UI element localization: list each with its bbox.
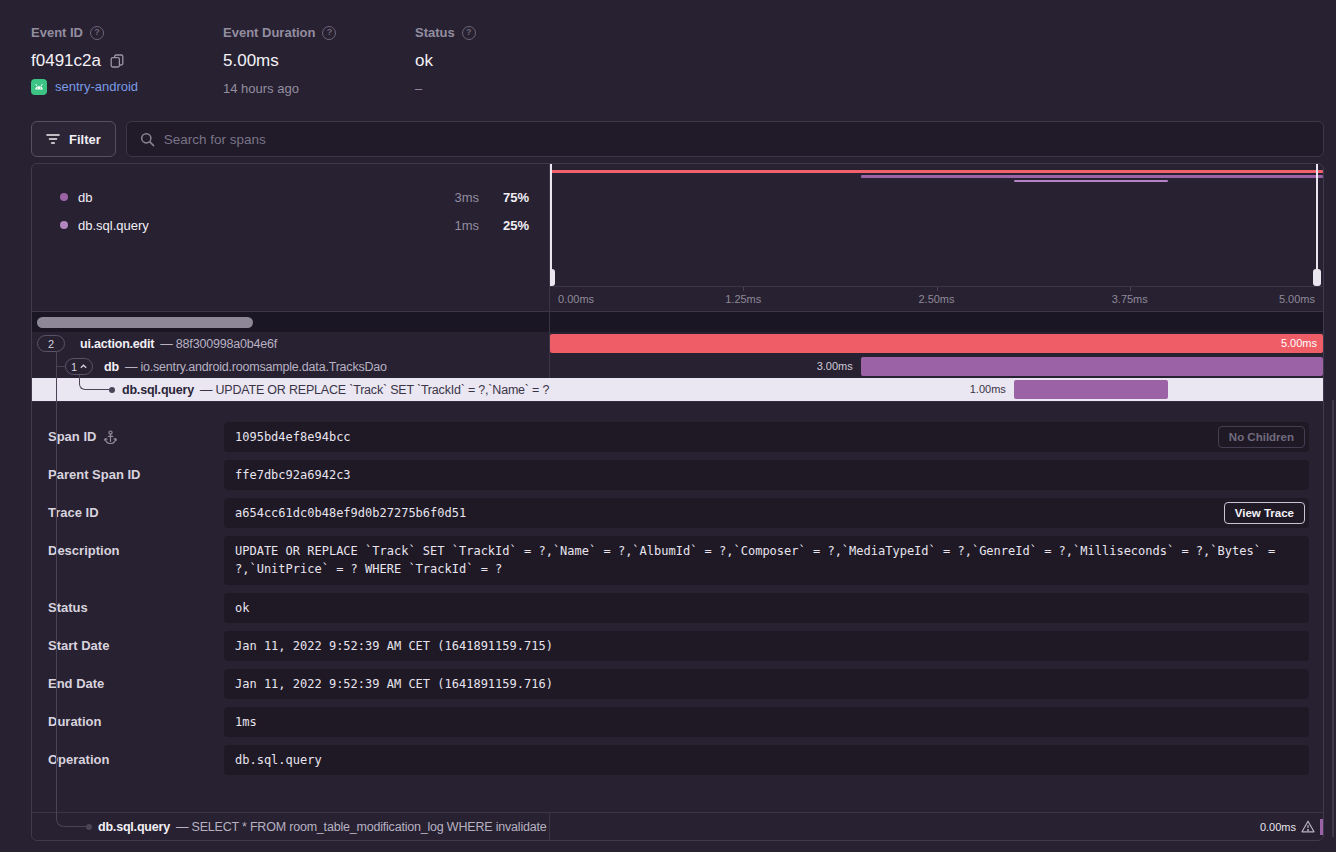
help-icon[interactable]: ?	[462, 26, 476, 40]
axis-tick-label: 5.00ms	[1279, 293, 1315, 305]
detail-row-start-date: Start Date Jan 11, 2022 9:52:39 AM CET (…	[48, 631, 1309, 661]
view-trace-button[interactable]: View Trace	[1224, 502, 1305, 524]
zero-duration-bar	[1320, 819, 1323, 835]
detail-row-description: Description UPDATE OR REPLACE `Track` SE…	[48, 536, 1309, 585]
trace-view-panel: db 3ms 75% db.sql.query 1ms 25% 0.00ms 1…	[31, 163, 1324, 841]
span-duration: 3.00ms	[817, 355, 853, 378]
breakdown-row-db[interactable]: db 3ms 75%	[32, 183, 549, 211]
description-value: UPDATE OR REPLACE `Track` SET `TrackId` …	[224, 536, 1309, 585]
warning-icon	[1301, 820, 1315, 833]
parent-span-id-value: ffe7dbc92a6942c3	[224, 460, 1309, 490]
detail-row-end-date: End Date Jan 11, 2022 9:52:39 AM CET (16…	[48, 669, 1309, 699]
event-duration-value: 5.00ms	[223, 51, 415, 71]
minimap-left-handle[interactable]	[550, 164, 552, 286]
span-row-db-sql-query-select[interactable]: db.sql.query — SELECT * FROM room_table_…	[32, 812, 1323, 840]
children-count-pill[interactable]: 2	[37, 335, 65, 352]
status-label: Status?	[415, 25, 607, 40]
span-detail-panel: Span ID 1095bd4ef8e94bcc No Children Par…	[32, 401, 1323, 812]
start-date-value: Jan 11, 2022 9:52:39 AM CET (1641891159.…	[224, 631, 1309, 661]
trace-minimap[interactable]	[550, 164, 1323, 286]
no-children-button[interactable]: No Children	[1218, 426, 1305, 448]
help-icon[interactable]: ?	[322, 26, 336, 40]
axis-tick-label: 1.25ms	[725, 293, 761, 305]
axis-tick-label: 0.00ms	[558, 293, 594, 305]
search-icon	[140, 132, 155, 147]
status-detail-value: ok	[224, 593, 1309, 623]
project-link[interactable]: sentry-android	[31, 78, 223, 95]
op-duration: 3ms	[433, 190, 479, 205]
span-search[interactable]	[126, 121, 1324, 157]
span-row-db-sql-query-selected[interactable]: db.sql.query — UPDATE OR REPLACE `Track`…	[32, 378, 1323, 401]
span-bar[interactable]	[550, 334, 1323, 353]
span-bar[interactable]	[861, 357, 1323, 376]
minimap-span-line	[1014, 180, 1169, 182]
detail-row-operation: Operation db.sql.query	[48, 745, 1309, 775]
axis-spacer	[32, 286, 550, 311]
event-header: Event ID? f0491c2a sentry-android Event …	[0, 0, 1336, 98]
operation-value: db.sql.query	[224, 745, 1309, 775]
event-duration-ago: 14 hours ago	[223, 81, 415, 98]
status-value: ok	[415, 51, 607, 71]
op-percent: 25%	[493, 218, 529, 233]
time-axis: 0.00ms 1.25ms 2.50ms 3.75ms 5.00ms	[550, 286, 1323, 311]
filter-button[interactable]: Filter	[31, 121, 116, 157]
event-id-label: Event ID?	[31, 25, 223, 40]
status-sub: –	[415, 81, 607, 98]
detail-row-trace-id: Trace ID a654cc61dc0b48ef9d0b27275b6f0d5…	[48, 498, 1309, 528]
trace-id-value: a654cc61dc0b48ef9d0b27275b6f0d51 View Tr…	[224, 498, 1309, 528]
event-id-value: f0491c2a	[31, 51, 101, 71]
axis-tick-label: 3.75ms	[1112, 293, 1148, 305]
span-duration: 5.00ms	[1281, 332, 1317, 355]
detail-row-span-id: Span ID 1095bd4ef8e94bcc No Children	[48, 422, 1309, 452]
op-color-dot	[60, 193, 68, 201]
op-color-dot	[60, 221, 68, 229]
detail-row-status: Status ok	[48, 593, 1309, 623]
span-duration: 1.00ms	[970, 378, 1006, 401]
tree-horizontal-scrollbar[interactable]	[32, 312, 550, 332]
span-id-value: 1095bd4ef8e94bcc No Children	[224, 422, 1309, 452]
end-date-value: Jan 11, 2022 9:52:39 AM CET (1641891159.…	[224, 669, 1309, 699]
event-duration-column: Event Duration? 5.00ms 14 hours ago	[223, 25, 415, 98]
search-input[interactable]	[164, 132, 1310, 147]
minimap-span-line	[861, 175, 1323, 178]
op-percent: 75%	[493, 190, 529, 205]
event-duration-label: Event Duration?	[223, 25, 415, 40]
minimap-right-handle[interactable]	[1316, 164, 1318, 286]
detail-row-duration: Duration 1ms	[48, 707, 1309, 737]
copy-icon[interactable]	[110, 54, 124, 68]
status-column: Status? ok –	[415, 25, 607, 98]
event-id-column: Event ID? f0491c2a sentry-android	[31, 25, 223, 98]
op-duration: 1ms	[433, 218, 479, 233]
toolbar: Filter	[31, 121, 1324, 157]
details-vertical-scrollbar[interactable]	[1332, 400, 1334, 837]
operations-breakdown: db 3ms 75% db.sql.query 1ms 25%	[32, 164, 550, 286]
span-bar[interactable]	[1014, 380, 1169, 399]
anchor-icon[interactable]	[104, 430, 117, 444]
children-count-pill[interactable]: 1	[65, 358, 93, 375]
span-row-db[interactable]: 1 db — io.sentry.android.roomsample.data…	[32, 355, 1323, 378]
filter-icon	[46, 133, 60, 145]
span-duration: 0.00ms	[1260, 821, 1296, 833]
axis-tick-label: 2.50ms	[918, 293, 954, 305]
help-icon[interactable]: ?	[90, 26, 104, 40]
span-row-ui-action-edit[interactable]: 2 ui.action.edit — 88f300998a0b4e6f 5.00…	[32, 332, 1323, 355]
scrollbar-thumb[interactable]	[37, 317, 253, 328]
detail-row-parent-span-id: Parent Span ID ffe7dbc92a6942c3	[48, 460, 1309, 490]
minimap-span-line	[550, 170, 1323, 173]
breakdown-row-db-sql-query[interactable]: db.sql.query 1ms 25%	[32, 211, 549, 239]
android-project-icon	[31, 79, 47, 95]
duration-value: 1ms	[224, 707, 1309, 737]
